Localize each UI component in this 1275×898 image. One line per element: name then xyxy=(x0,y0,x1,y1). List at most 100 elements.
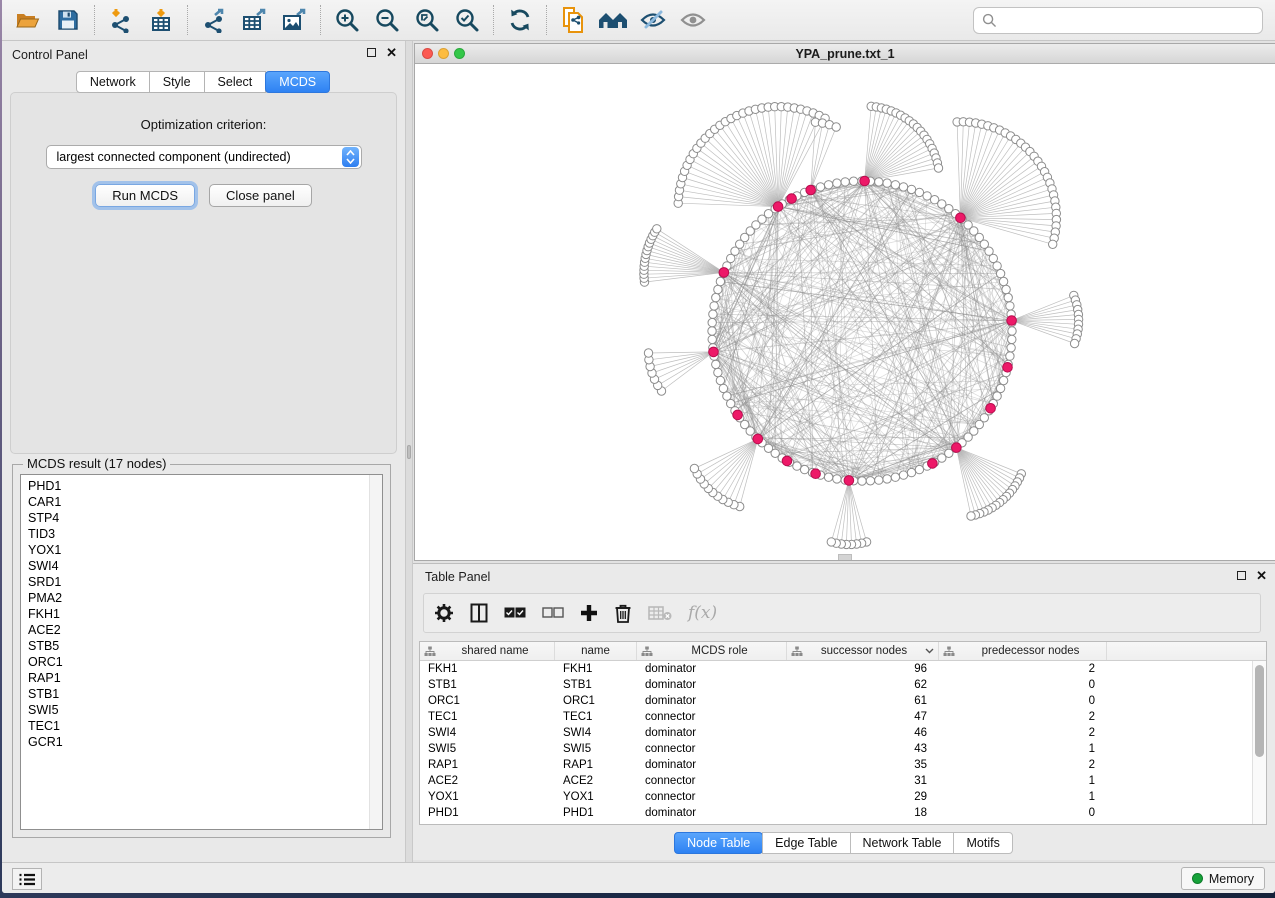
tab-network[interactable]: Network xyxy=(76,71,150,93)
close-panel-button[interactable]: Close panel xyxy=(209,184,312,207)
table-row[interactable]: RAP1RAP1dominator352 xyxy=(420,757,1266,773)
zoom-fit-button[interactable] xyxy=(407,2,447,38)
control-panel-header: Control Panel ✕ xyxy=(2,41,405,67)
table-tab-node-table[interactable]: Node Table xyxy=(674,832,763,854)
table-settings-button[interactable] xyxy=(434,603,454,623)
zoom-selected-button[interactable] xyxy=(447,2,487,38)
import-table-button[interactable] xyxy=(141,2,181,38)
network-canvas[interactable] xyxy=(415,64,1275,560)
first-neighbors-button[interactable] xyxy=(593,2,633,38)
minimize-window-button[interactable] xyxy=(438,48,449,59)
cell-shared_name: SWI5 xyxy=(420,743,555,755)
tab-select[interactable]: Select xyxy=(204,71,267,93)
node-table[interactable]: shared namename MCDS role successor node… xyxy=(419,641,1267,825)
mcds-result-item[interactable]: ACE2 xyxy=(28,622,382,638)
add-column-button[interactable] xyxy=(580,604,598,622)
memory-button[interactable]: Memory xyxy=(1181,867,1265,890)
mcds-result-item[interactable]: PMA2 xyxy=(28,590,382,606)
close-panel-icon[interactable]: ✕ xyxy=(386,48,397,57)
mcds-result-item[interactable]: SWI4 xyxy=(28,558,382,574)
delete-table-button[interactable] xyxy=(648,605,672,621)
clone-network-button[interactable] xyxy=(553,2,593,38)
export-table-icon xyxy=(241,7,267,33)
zoom-window-button[interactable] xyxy=(454,48,465,59)
table-row[interactable]: SWI5SWI5connector431 xyxy=(420,741,1266,757)
export-image-button[interactable] xyxy=(274,2,314,38)
table-tab-edge-table[interactable]: Edge Table xyxy=(762,832,850,854)
table-tabbar: Node TableEdge TableNetwork TableMotifs xyxy=(413,832,1275,854)
canvas-grip[interactable] xyxy=(838,554,852,560)
table-row[interactable]: ORC1ORC1dominator610 xyxy=(420,693,1266,709)
mcds-result-item[interactable]: PHD1 xyxy=(28,478,382,494)
float-panel-icon[interactable] xyxy=(367,48,376,57)
mcds-result-item[interactable]: GCR1 xyxy=(28,734,382,750)
table-row[interactable]: STB1STB1dominator620 xyxy=(420,677,1266,693)
mcds-result-item[interactable]: TEC1 xyxy=(28,718,382,734)
show-panels-button[interactable] xyxy=(12,868,42,890)
tab-style[interactable]: Style xyxy=(149,71,205,93)
table-tab-network-table[interactable]: Network Table xyxy=(850,832,955,854)
show-details-button[interactable] xyxy=(673,2,713,38)
mcds-result-item[interactable]: SWI5 xyxy=(28,702,382,718)
export-network-icon xyxy=(201,7,227,33)
column-header-shared-name[interactable]: shared name xyxy=(420,642,555,660)
export-table-button[interactable] xyxy=(234,2,274,38)
table-scrollbar-thumb[interactable] xyxy=(1255,665,1264,757)
import-network-button[interactable] xyxy=(101,2,141,38)
cell-name: TEC1 xyxy=(555,711,637,723)
network-graph[interactable] xyxy=(415,64,1275,560)
mcds-result-item[interactable]: SRD1 xyxy=(28,574,382,590)
table-row[interactable]: FKH1FKH1dominator962 xyxy=(420,661,1266,677)
mcds-result-item[interactable]: STB1 xyxy=(28,686,382,702)
export-network-button[interactable] xyxy=(194,2,234,38)
open-session-button[interactable] xyxy=(8,2,48,38)
run-mcds-button[interactable]: Run MCDS xyxy=(95,184,195,207)
mcds-result-item[interactable]: RAP1 xyxy=(28,670,382,686)
table-row[interactable]: SWI4SWI4dominator462 xyxy=(420,725,1266,741)
function-builder-button[interactable]: f(x) xyxy=(688,603,717,623)
column-header-name[interactable]: name xyxy=(555,642,637,660)
mcds-result-item[interactable]: CAR1 xyxy=(28,494,382,510)
mcds-result-scrollbar[interactable] xyxy=(369,475,382,829)
mcds-result-item[interactable]: YOX1 xyxy=(28,542,382,558)
show-columns-button[interactable] xyxy=(470,603,488,623)
table-row[interactable]: PHD1PHD1dominator180 xyxy=(420,805,1266,821)
select-all-button[interactable] xyxy=(504,607,526,619)
hide-details-button[interactable] xyxy=(633,2,673,38)
close-table-panel-icon[interactable]: ✕ xyxy=(1256,571,1267,580)
zoom-out-button[interactable] xyxy=(367,2,407,38)
table-row[interactable]: TEC1TEC1connector472 xyxy=(420,709,1266,725)
hide-graphics-eye-icon xyxy=(639,8,667,32)
search-field[interactable] xyxy=(973,7,1263,34)
cell-shared_name: PHD1 xyxy=(420,807,555,819)
float-table-panel-icon[interactable] xyxy=(1237,571,1246,580)
mcds-result-item[interactable]: STB5 xyxy=(28,638,382,654)
mcds-result-item[interactable]: ORC1 xyxy=(28,654,382,670)
table-row[interactable]: ACE2ACE2connector311 xyxy=(420,773,1266,789)
column-header-predecessor-nodes[interactable]: predecessor nodes xyxy=(939,642,1107,660)
refresh-button[interactable] xyxy=(500,2,540,38)
network-titlebar[interactable]: YPA_prune.txt_1 xyxy=(415,44,1275,64)
tab-mcds[interactable]: MCDS xyxy=(265,71,330,93)
mcds-result-item[interactable]: STP4 xyxy=(28,510,382,526)
mcds-result-item[interactable]: FKH1 xyxy=(28,606,382,622)
unselect-all-button[interactable] xyxy=(542,607,564,619)
mcds-result-list[interactable]: PHD1CAR1STP4TID3YOX1SWI4SRD1PMA2FKH1ACE2… xyxy=(20,474,383,830)
search-input[interactable] xyxy=(1003,14,1254,28)
table-tab-motifs[interactable]: Motifs xyxy=(953,832,1012,854)
splitter-grip[interactable] xyxy=(407,445,411,459)
save-floppy-icon xyxy=(56,8,80,32)
criterion-dropdown[interactable]: largest connected component (undirected) xyxy=(46,145,362,169)
table-scrollbar[interactable] xyxy=(1252,661,1266,824)
zoom-in-icon xyxy=(334,7,360,33)
panel-splitter[interactable] xyxy=(405,41,413,862)
mcds-result-item[interactable]: TID3 xyxy=(28,526,382,542)
close-window-button[interactable] xyxy=(422,48,433,59)
column-header-successor-nodes[interactable]: successor nodes xyxy=(787,642,939,660)
column-header-MCDS-role[interactable]: MCDS role xyxy=(637,642,787,660)
import-network-icon xyxy=(108,7,134,33)
save-session-button[interactable] xyxy=(48,2,88,38)
delete-columns-button[interactable] xyxy=(614,603,632,623)
zoom-in-button[interactable] xyxy=(327,2,367,38)
table-row[interactable]: YOX1YOX1connector291 xyxy=(420,789,1266,805)
